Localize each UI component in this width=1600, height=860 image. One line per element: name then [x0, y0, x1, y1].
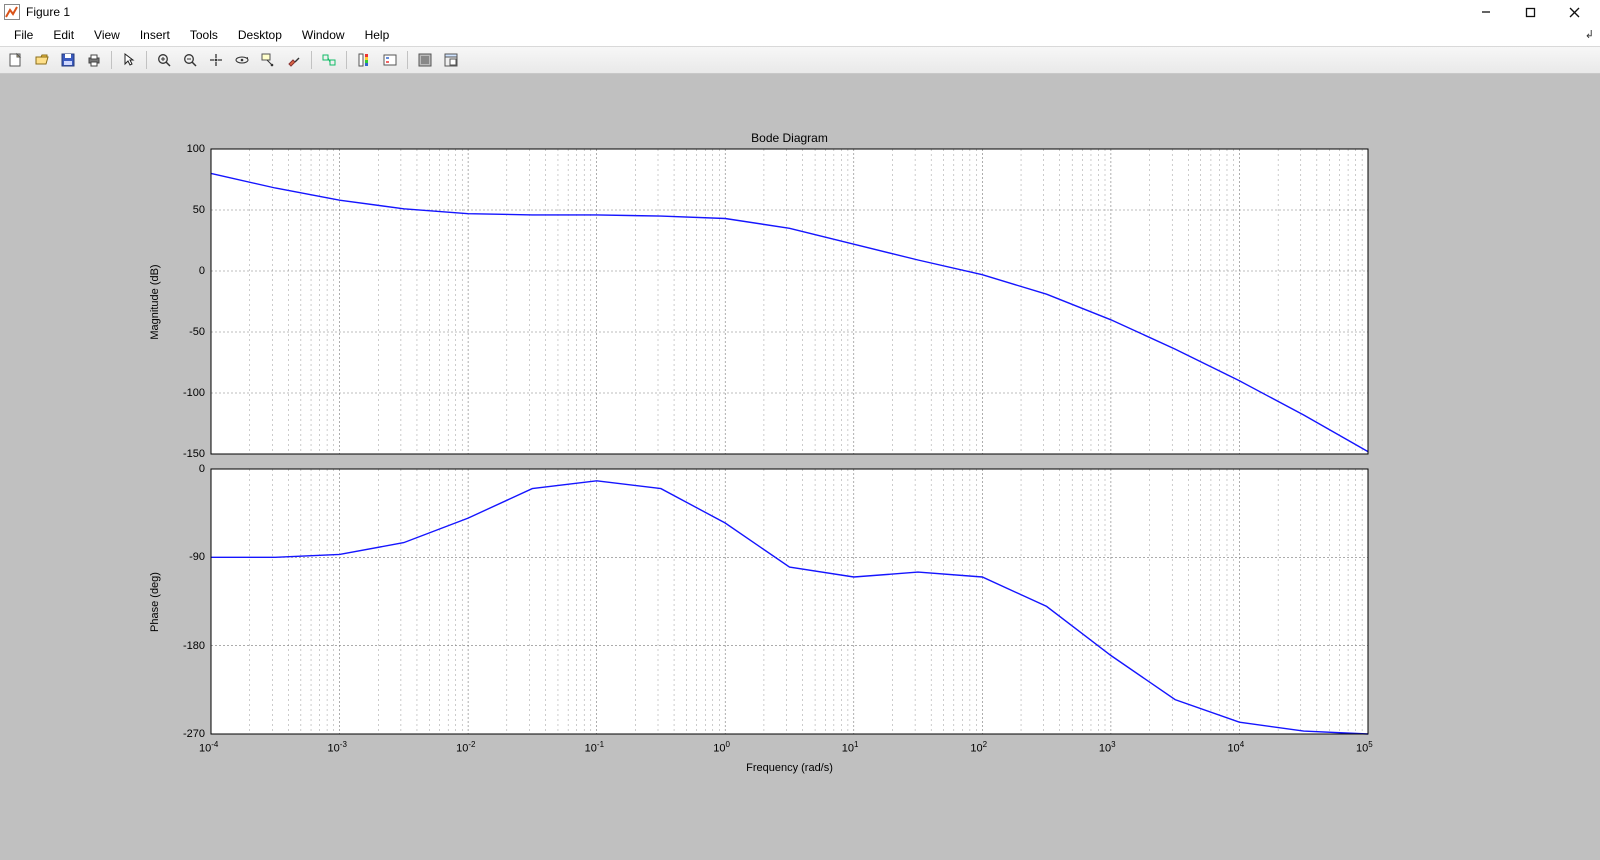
y-tick-label: -150 [165, 448, 205, 460]
menu-item-view[interactable]: View [84, 26, 130, 44]
figure-canvas: -150 -100 -50 0 50 100 Magnitude (dB) -270 -180 -… [0, 74, 1600, 860]
x-tick-label: 10-3 [328, 740, 347, 755]
matlab-figure-icon [4, 4, 20, 20]
open-icon[interactable] [30, 48, 54, 72]
y-tick-label: -270 [165, 728, 205, 740]
y-tick-label: -180 [165, 640, 205, 652]
magnitude-axis-label: Magnitude (dB) [149, 264, 161, 339]
close-button[interactable] [1552, 0, 1596, 24]
toolbar [0, 46, 1600, 74]
rotate3d-icon[interactable] [230, 48, 254, 72]
toolbar-separator [346, 51, 347, 69]
toolbar-separator [407, 51, 408, 69]
y-tick-label: -90 [165, 551, 205, 563]
menu-item-edit[interactable]: Edit [43, 26, 84, 44]
x-tick-label: 101 [842, 740, 859, 755]
y-tick-label: 0 [165, 265, 205, 277]
pan-icon[interactable] [204, 48, 228, 72]
print-icon[interactable] [82, 48, 106, 72]
x-tick-label: 105 [1356, 740, 1373, 755]
y-tick-label: 50 [165, 204, 205, 216]
phase-axis-label: Phase (deg) [149, 572, 161, 632]
data-cursor-icon[interactable] [256, 48, 280, 72]
menu-item-insert[interactable]: Insert [130, 26, 180, 44]
menu-item-desktop[interactable]: Desktop [228, 26, 292, 44]
colorbar-icon[interactable] [352, 48, 376, 72]
hide-tools-icon[interactable] [413, 48, 437, 72]
x-tick-label: 10-2 [456, 740, 475, 755]
minimize-button[interactable] [1464, 0, 1508, 24]
zoom-in-icon[interactable] [152, 48, 176, 72]
x-tick-label: 102 [970, 740, 987, 755]
x-tick-label: 10-1 [585, 740, 604, 755]
toolbar-separator [111, 51, 112, 69]
menu-item-help[interactable]: Help [355, 26, 400, 44]
dock-icon[interactable] [439, 48, 463, 72]
x-tick-label: 100 [713, 740, 730, 755]
toolbar-separator [146, 51, 147, 69]
window-titlebar: Figure 1 [0, 0, 1600, 24]
legend-icon[interactable] [378, 48, 402, 72]
y-tick-label: -50 [165, 326, 205, 338]
x-tick-label: 104 [1227, 740, 1244, 755]
window-title: Figure 1 [26, 5, 70, 19]
brush-icon[interactable] [282, 48, 306, 72]
x-tick-label: 103 [1099, 740, 1116, 755]
menu-item-window[interactable]: Window [292, 26, 355, 44]
link-plot-icon[interactable] [317, 48, 341, 72]
chart-title: Bode Diagram [751, 131, 828, 145]
x-tick-label: 10-4 [199, 740, 218, 755]
window-controls [1464, 0, 1596, 24]
pointer-icon[interactable] [117, 48, 141, 72]
menu-item-file[interactable]: File [4, 26, 43, 44]
y-tick-label: 100 [165, 143, 205, 155]
maximize-button[interactable] [1508, 0, 1552, 24]
save-icon[interactable] [56, 48, 80, 72]
menu-item-tools[interactable]: Tools [180, 26, 228, 44]
menubar: FileEditViewInsertToolsDesktopWindowHelp… [0, 24, 1600, 46]
toolbar-separator [311, 51, 312, 69]
new-figure-icon[interactable] [4, 48, 28, 72]
toolbar-overflow-icon[interactable]: ↲ [1585, 28, 1594, 41]
frequency-axis-label: Frequency (rad/s) [746, 762, 833, 774]
y-tick-label: 0 [165, 463, 205, 475]
y-tick-label: -100 [165, 387, 205, 399]
zoom-out-icon[interactable] [178, 48, 202, 72]
